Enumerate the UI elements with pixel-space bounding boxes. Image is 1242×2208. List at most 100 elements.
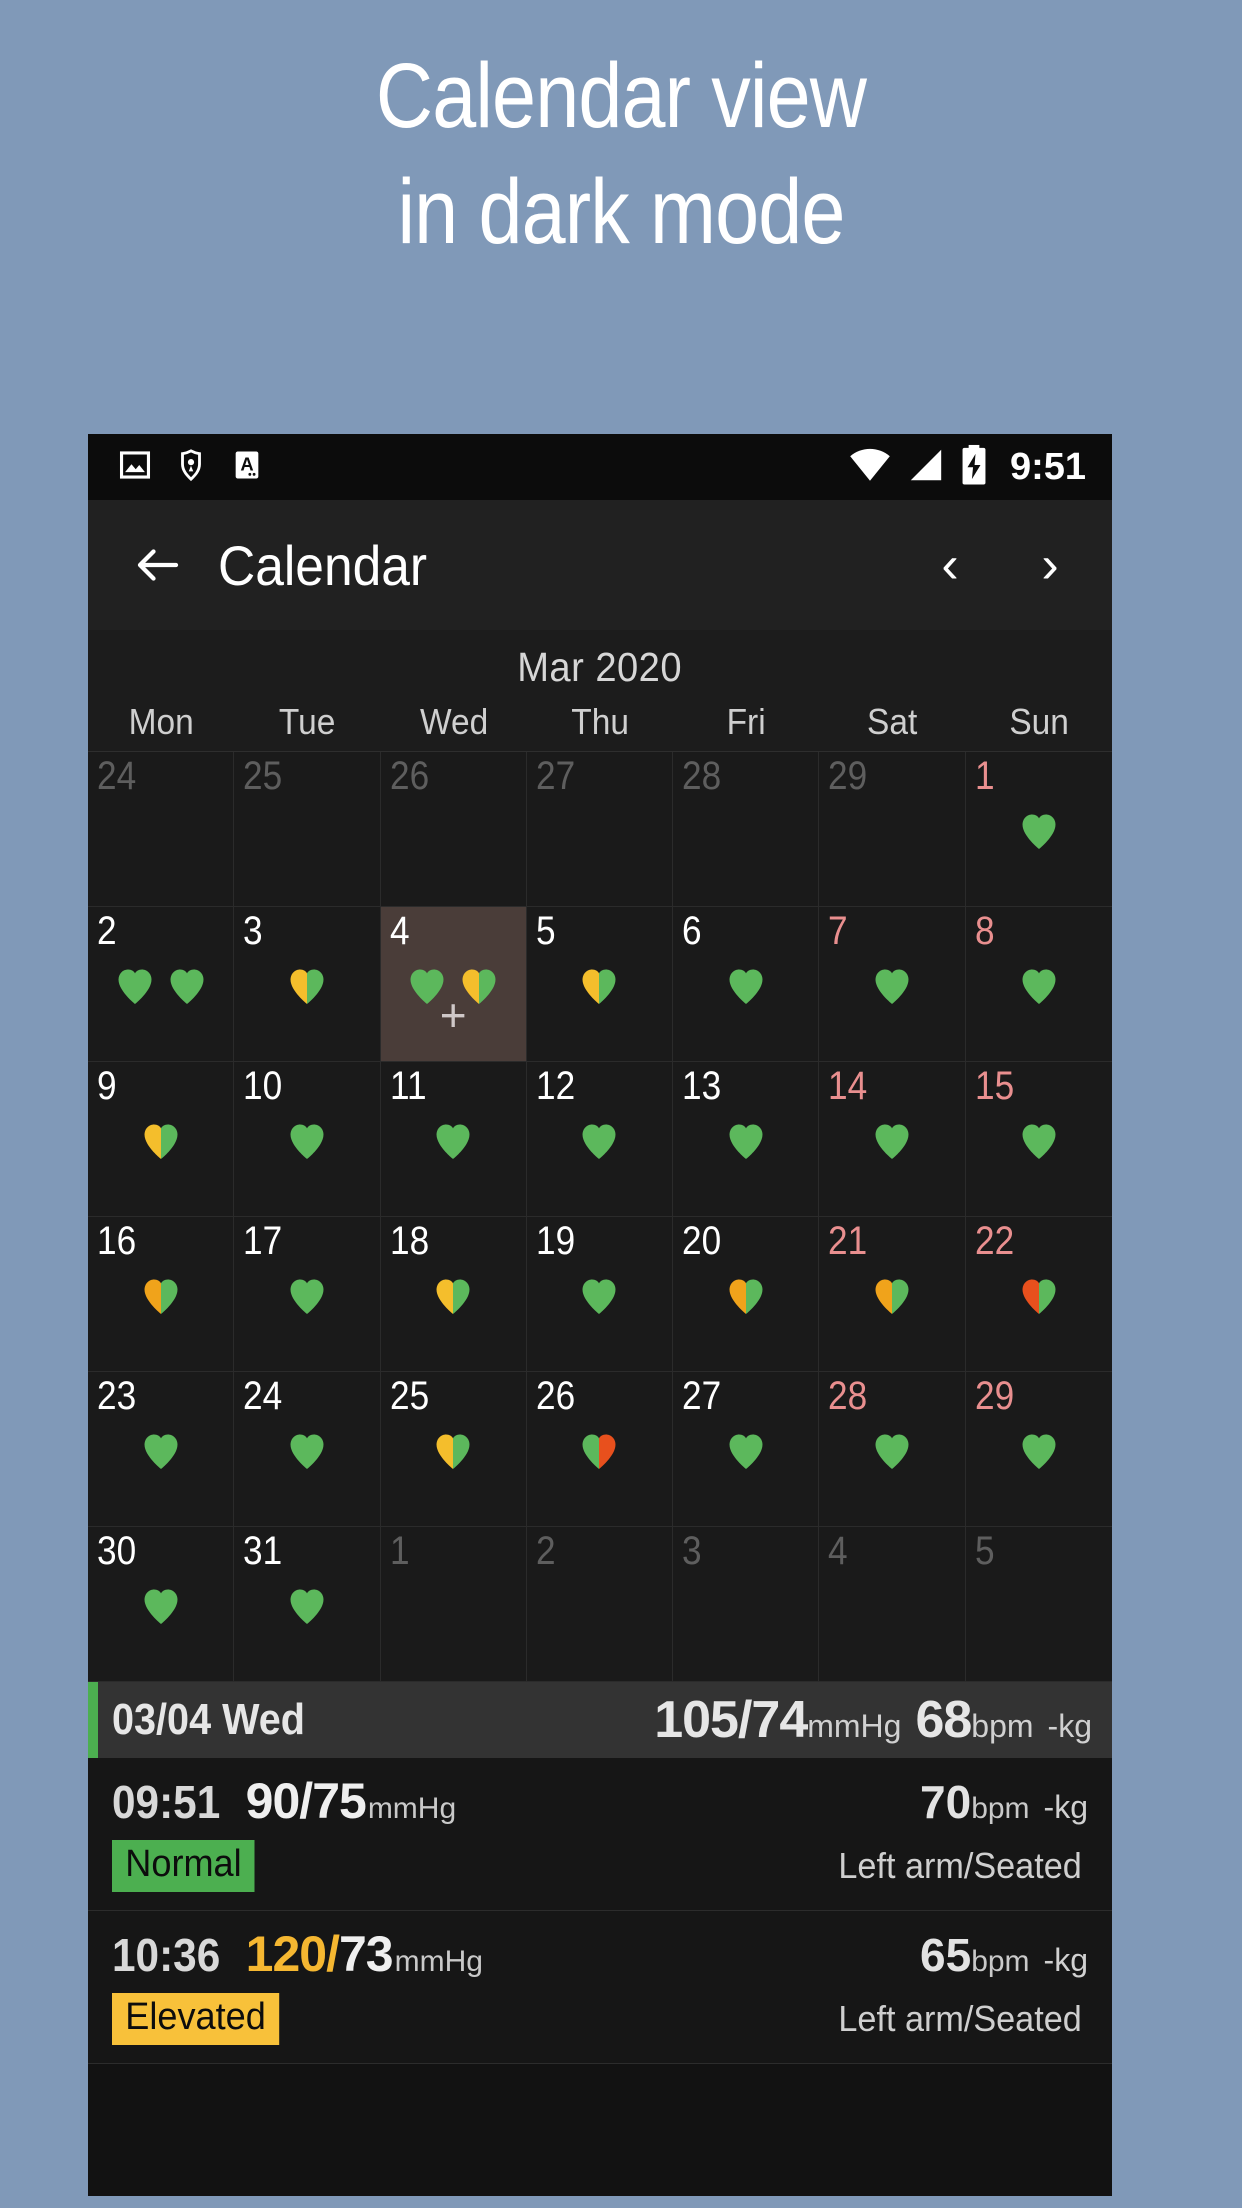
calendar-day-cell[interactable]: 23 [88, 1372, 235, 1527]
reading-row-secondary: Elevated Left arm/Seated [112, 1993, 1088, 2045]
calendar-day-heart-group [88, 1583, 233, 1629]
calendar-day-cell[interactable]: 12 [526, 1062, 674, 1217]
calendar-day-cell[interactable]: 28 [819, 1372, 966, 1527]
calendar-day-cell[interactable]: 19 [526, 1217, 674, 1372]
calendar-day-number: 20 [682, 1219, 722, 1263]
wifi-icon [848, 446, 892, 489]
summary-pulse: 68 [915, 1691, 972, 1749]
calendar-day-cell[interactable]: 26 [526, 1372, 674, 1527]
calendar-day-number: 9 [97, 1064, 117, 1108]
heart-icon [430, 1428, 476, 1474]
heart-icon [723, 1428, 769, 1474]
calendar-day-cell[interactable]: 22 [965, 1217, 1112, 1372]
calendar-day-number: 22 [974, 1219, 1014, 1263]
prev-month-button[interactable]: ‹ [928, 539, 972, 591]
battery-charging-icon [960, 444, 988, 491]
promo-title: Calendar view in dark mode [87, 0, 1155, 270]
heart-icon [1016, 1273, 1062, 1319]
calendar-day-cell[interactable]: 24 [88, 752, 235, 907]
heart-icon [284, 1428, 330, 1474]
calendar-day-cell[interactable]: 31 [234, 1527, 381, 1682]
calendar-grid[interactable]: 24 25 26 27 28 29 1 2 3 4 +5 6 7 8 9 10 11 12 13 14 15 16 17 18… [88, 751, 1112, 1682]
calendar-day-cell[interactable]: 14 [819, 1062, 966, 1217]
promo-title-line2: in dark mode [397, 161, 845, 263]
reading-row[interactable]: 10:36 120/73 mmHg 65 bpm -kg Elevated Left arm/… [88, 1911, 1112, 2064]
weekday-label-fri: Fri [726, 701, 766, 742]
calendar-day-cell[interactable]: 17 [234, 1217, 381, 1372]
calendar-day-heart-group [819, 1118, 964, 1164]
reading-row[interactable]: 09:51 90/75 mmHg 70 bpm -kg Normal Left arm/Sea… [88, 1758, 1112, 1911]
calendar-day-cell[interactable]: 20 [673, 1217, 820, 1372]
heart-icon [430, 1273, 476, 1319]
calendar-day-cell[interactable]: 27 [526, 752, 674, 907]
calendar-day-cell[interactable]: 28 [673, 752, 820, 907]
status-bar-clock: 9:51 [1009, 445, 1086, 488]
heart-icon [164, 963, 210, 1009]
calendar-day-cell[interactable]: 3 [673, 1527, 820, 1682]
calendar-day-number: 24 [243, 1374, 283, 1418]
heart-icon [284, 1273, 330, 1319]
calendar-day-cell[interactable]: 30 [88, 1527, 235, 1682]
calendar-day-heart-group [527, 1118, 672, 1164]
calendar-day-cell[interactable]: 7 [819, 907, 966, 1062]
calendar-day-cell[interactable]: 13 [673, 1062, 820, 1217]
calendar-day-cell[interactable]: 5 [526, 907, 674, 1062]
reading-row-primary: 09:51 90/75 mmHg 70 bpm -kg [112, 1772, 1088, 1830]
calendar-day-cell[interactable]: 21 [819, 1217, 966, 1372]
calendar-day-cell[interactable]: 3 [234, 907, 381, 1062]
heart-icon [1016, 1118, 1062, 1164]
calendar-day-cell[interactable]: 24 [234, 1372, 381, 1527]
calendar-day-number: 5 [535, 909, 556, 953]
calendar-day-number: 14 [828, 1064, 868, 1108]
calendar-day-cell[interactable]: 5 [965, 1527, 1112, 1682]
heart-icon [869, 963, 915, 1009]
calendar-day-cell[interactable]: 2 [526, 1527, 674, 1682]
calendar-day-cell[interactable]: 8 [965, 907, 1112, 1062]
next-month-button[interactable]: › [1028, 539, 1072, 591]
reading-posture: Left arm/Seated [838, 1998, 1082, 2039]
calendar-day-number: 1 [389, 1529, 410, 1573]
add-reading-plus-icon[interactable]: + [440, 992, 467, 1038]
calendar-day-heart-group [381, 1273, 526, 1319]
calendar-day-number: 27 [682, 1374, 722, 1418]
app-bar: Calendar ‹ › [88, 500, 1112, 630]
calendar-day-cell[interactable]: 6 [673, 907, 820, 1062]
calendar-day-cell[interactable]: 1 [965, 752, 1112, 907]
weekday-header: Mon Tue Wed Thu Fri Sat Sun [88, 701, 1112, 751]
calendar-day-number: 23 [97, 1374, 137, 1418]
calendar-day-cell[interactable]: 18 [380, 1217, 527, 1372]
calendar-day-cell[interactable]: 25 [380, 1372, 527, 1527]
calendar-day-cell[interactable]: 2 [88, 907, 235, 1062]
calendar-day-cell[interactable]: 16 [88, 1217, 235, 1372]
day-summary-bar[interactable]: 03/04 Wed 105/74 mmHg 68 bpm -kg [88, 1682, 1112, 1758]
heart-icon [138, 1118, 184, 1164]
calendar-day-cell[interactable]: 25 [234, 752, 381, 907]
reading-systolic: 120 [245, 1926, 327, 1982]
calendar-day-cell[interactable]: 27 [673, 1372, 820, 1527]
heart-icon [576, 1428, 622, 1474]
calendar-day-cell[interactable]: 29 [819, 752, 966, 907]
calendar-day-cell[interactable]: 1 [380, 1527, 527, 1682]
calendar-day-cell[interactable]: 29 [965, 1372, 1112, 1527]
calendar-day-cell[interactable]: 15 [965, 1062, 1112, 1217]
calendar-day-heart-group [819, 1273, 964, 1319]
reading-diastolic: 73 [339, 1926, 394, 1982]
back-arrow-icon[interactable] [122, 529, 194, 601]
page-title: Calendar [218, 533, 428, 597]
calendar-day-cell[interactable]: 11 [380, 1062, 527, 1217]
calendar-day-cell[interactable]: 10 [234, 1062, 381, 1217]
calendar-day-number: 24 [97, 754, 137, 798]
heart-icon [1016, 1428, 1062, 1474]
calendar-day-cell[interactable]: 26 [380, 752, 527, 907]
calendar-day-cell[interactable]: 9 [88, 1062, 235, 1217]
calendar-day-heart-group [673, 1273, 818, 1319]
weekday-label-sat: Sat [867, 701, 918, 742]
reading-row-right: 65 bpm -kg [920, 1928, 1088, 1982]
month-label: Mar 2020 [517, 644, 683, 690]
summary-values: 105/74 mmHg 68 bpm -kg [654, 1690, 1092, 1750]
calendar-day-heart-group [966, 1118, 1112, 1164]
calendar-day-cell-selected[interactable]: 4 + [380, 907, 527, 1062]
reading-pulse: 70 [920, 1776, 972, 1828]
calendar-day-cell[interactable]: 4 [819, 1527, 966, 1682]
calendar-day-heart-group [966, 1428, 1112, 1474]
